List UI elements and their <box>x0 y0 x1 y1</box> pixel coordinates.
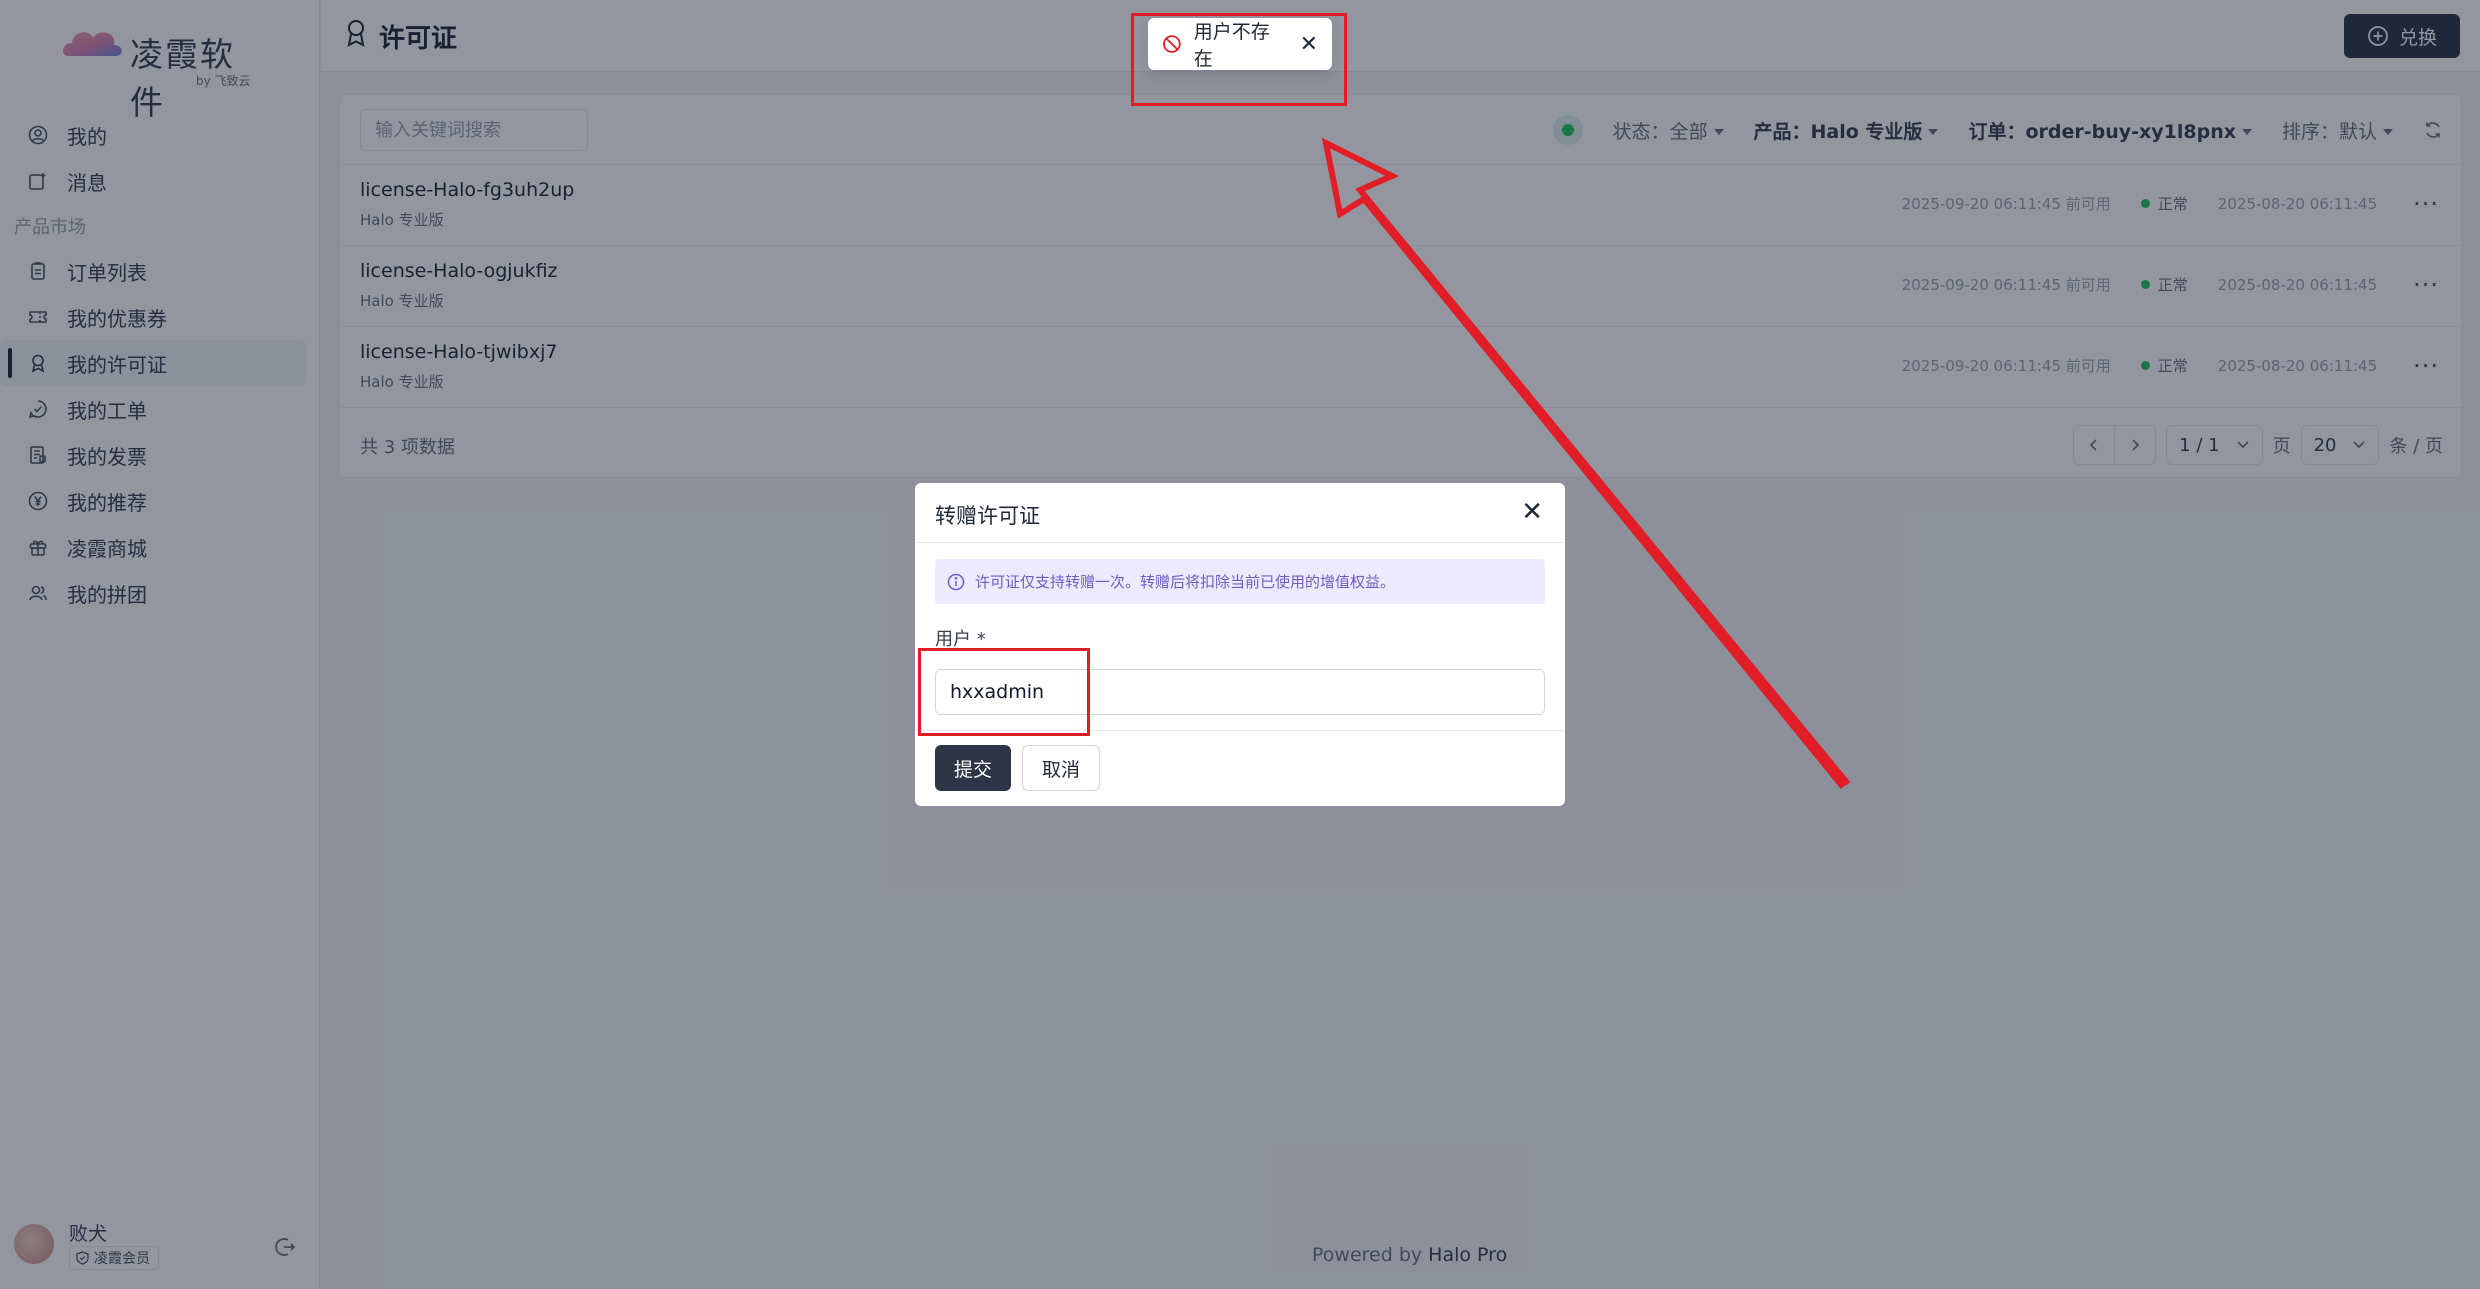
info-notice-text: 许可证仅支持转赠一次。转赠后将扣除当前已使用的增值权益。 <box>975 573 1396 591</box>
annotation-box-input <box>918 648 1090 736</box>
close-icon[interactable]: ✕ <box>1521 497 1543 527</box>
dialog-footer: 提交 取消 <box>915 730 1565 806</box>
dialog-header: 转赠许可证 ✕ <box>915 483 1565 543</box>
submit-button[interactable]: 提交 <box>935 745 1011 791</box>
info-icon <box>947 573 965 590</box>
annotation-box-toast <box>1131 13 1347 106</box>
dialog-title: 转赠许可证 <box>935 504 1040 528</box>
cancel-button[interactable]: 取消 <box>1022 745 1100 791</box>
info-notice: 许可证仅支持转赠一次。转赠后将扣除当前已使用的增值权益。 <box>935 559 1545 604</box>
transfer-license-dialog: 转赠许可证 ✕ 许可证仅支持转赠一次。转赠后将扣除当前已使用的增值权益。 用户 … <box>915 483 1565 806</box>
app-root: 凌霞软件 by 飞致云 我的 消息 产品市场 订单列表 我的优惠券 我的许可证 … <box>0 0 2480 1289</box>
